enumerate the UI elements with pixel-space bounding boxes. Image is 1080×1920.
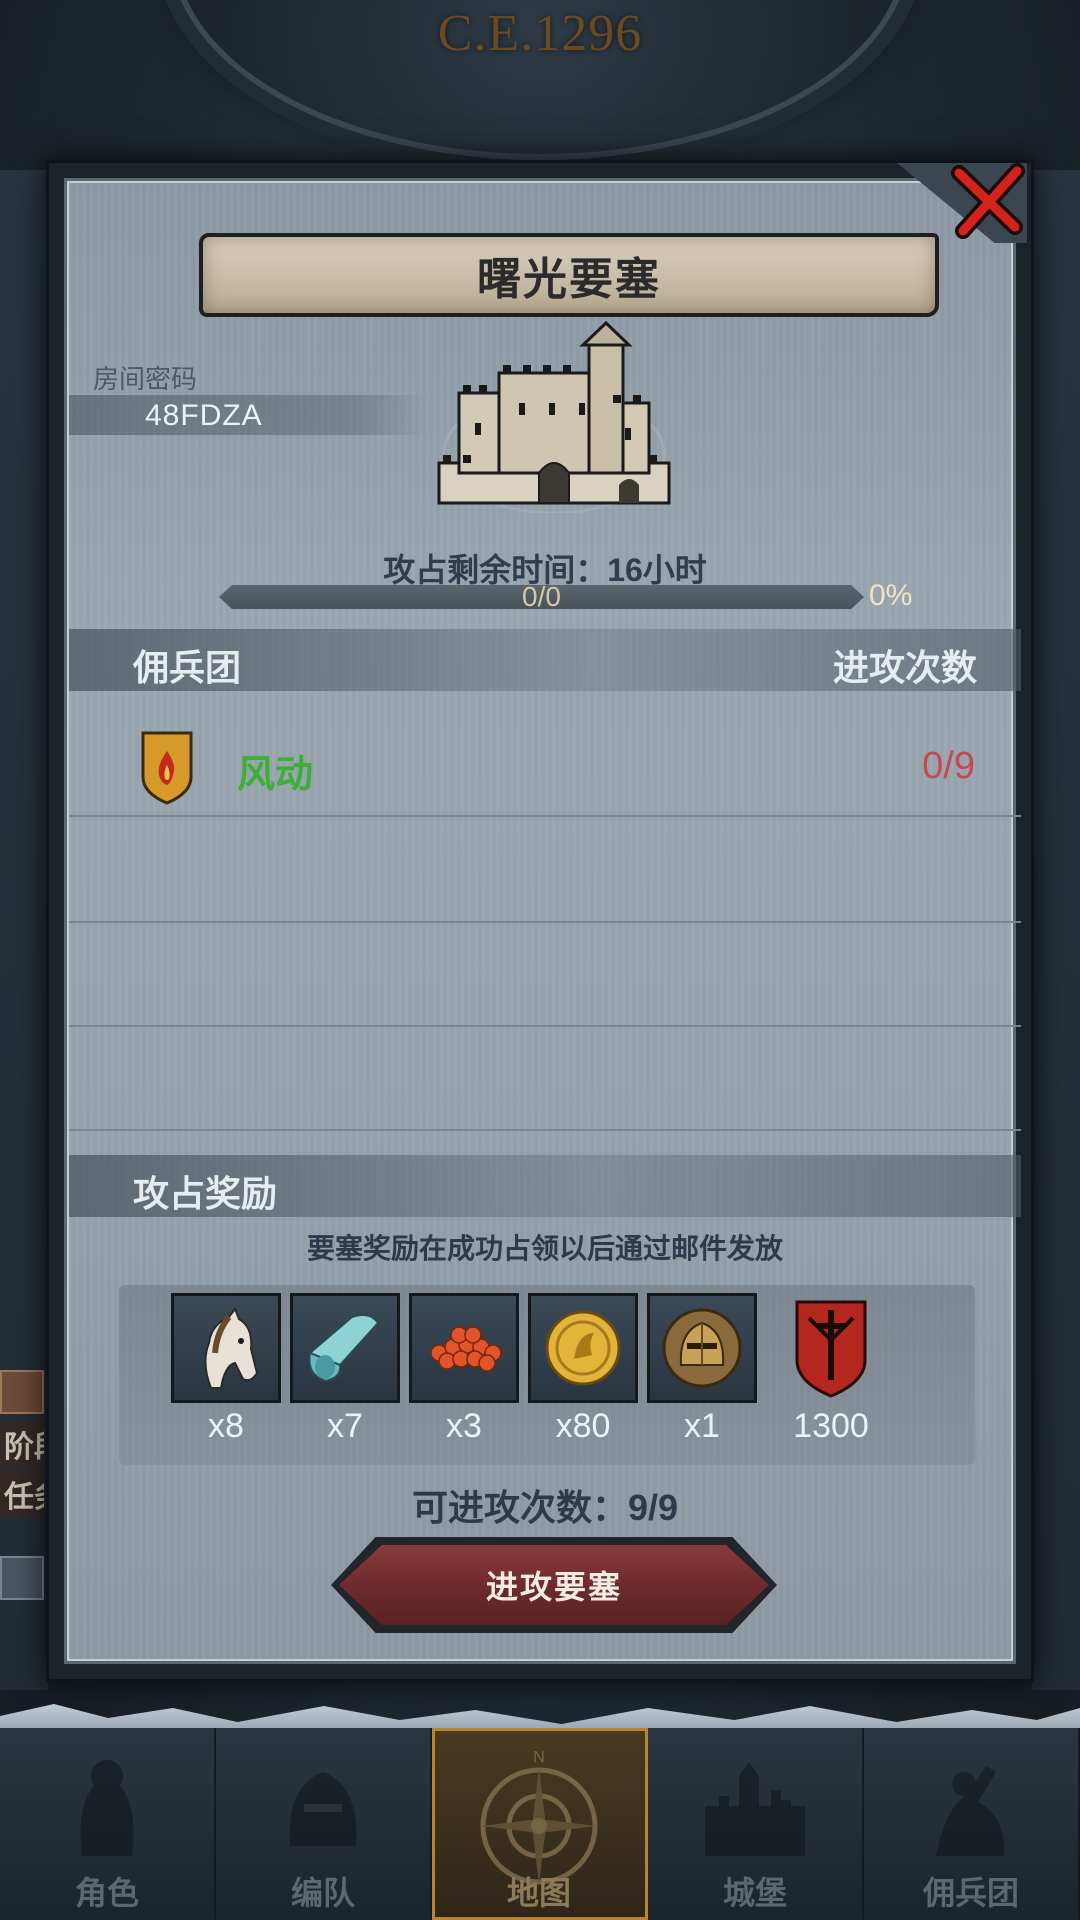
mercenary-row[interactable]: 风动 0/9 — [69, 713, 1021, 817]
nav-label: 城堡 — [722, 1875, 787, 1911]
capture-progress-bar: 0/0 — [219, 585, 864, 609]
nav-tab-mercenary[interactable]: 佣兵团 — [864, 1728, 1080, 1920]
reward-item[interactable]: x3 — [409, 1293, 519, 1446]
right-map-edge — [1032, 170, 1080, 1690]
reward-qty: x80 — [555, 1407, 611, 1445]
attack-fortress-button[interactable]: 进攻要塞 — [339, 1545, 769, 1625]
empty-mercenary-row — [69, 923, 1021, 1027]
nav-label: 佣兵团 — [922, 1875, 1019, 1911]
attacks-header-label: 进攻次数 — [832, 647, 977, 688]
side-task-icon[interactable] — [0, 1370, 44, 1414]
helmet-icon — [289, 1772, 357, 1846]
red-beads-icon — [409, 1293, 519, 1403]
capture-progress-percent: 0% — [869, 579, 913, 612]
reward-qty: x7 — [327, 1407, 363, 1445]
nav-label: 编队 — [290, 1875, 355, 1911]
reward-section-header: 攻占奖励 — [69, 1155, 1021, 1217]
gold-coin-icon — [528, 1293, 638, 1403]
empty-mercenary-row — [69, 1027, 1021, 1131]
side-hint-2[interactable]: 任务 — [0, 1470, 44, 1518]
castle-icon — [705, 1762, 805, 1856]
reward-panel: x8 x7 x3 x80 x1 1300 — [119, 1285, 975, 1465]
reward-qty: x8 — [208, 1407, 244, 1445]
title-banner: 曙光要塞 — [199, 233, 939, 317]
side-hint-1[interactable]: 阶段 — [0, 1420, 44, 1468]
close-icon — [951, 163, 1025, 239]
fire-shield-icon — [141, 731, 193, 805]
attack-attempts: 可进攻次数：9/9 — [411, 1487, 679, 1528]
fortress-dialog: 曙光要塞 房间密码 48FDZA 攻占剩余时间：16小时 0/0 0% 佣兵团 … — [46, 160, 1034, 1682]
mercenary-section-header: 佣兵团 进攻次数 — [69, 629, 1021, 691]
reward-qty: x3 — [446, 1407, 482, 1445]
nav-label: 角色 — [74, 1875, 139, 1911]
reward-item[interactable]: x1 — [647, 1293, 757, 1446]
mercenary-attack-count: 0/9 — [922, 745, 975, 787]
horse-icon — [171, 1293, 281, 1403]
nav-tab-map[interactable]: N 地图 — [432, 1728, 648, 1920]
compass-icon: N — [480, 1749, 598, 1885]
knight-helmet-icon — [647, 1293, 757, 1403]
sword-shield-icon — [766, 1293, 896, 1403]
dialog-title: 曙光要塞 — [477, 255, 661, 304]
nav-tab-character[interactable]: 角色 — [0, 1728, 216, 1920]
reward-item[interactable]: x80 — [528, 1293, 638, 1446]
side-target-icon[interactable] — [0, 1556, 44, 1600]
reward-item[interactable]: x7 — [290, 1293, 400, 1446]
svg-text:N: N — [533, 1749, 545, 1766]
nav-tab-formation[interactable]: 编队 — [216, 1728, 432, 1920]
capture-progress-text: 0/0 — [522, 581, 561, 612]
cloth-roll-icon — [290, 1293, 400, 1403]
attack-fortress-label: 进攻要塞 — [485, 1569, 622, 1605]
room-code-label: 房间密码 — [93, 364, 198, 394]
room-code: 48FDZA — [145, 399, 263, 432]
reward-qty: 1300 — [793, 1407, 869, 1445]
close-button[interactable] — [945, 157, 1033, 245]
dialog-body: 曙光要塞 房间密码 48FDZA 攻占剩余时间：16小时 0/0 0% 佣兵团 … — [64, 178, 1021, 1664]
mercenary-header-label: 佣兵团 — [133, 647, 242, 688]
fortress-castle-icon — [419, 313, 689, 515]
reward-note: 要塞奖励在成功占领以后通过邮件发放 — [306, 1233, 783, 1264]
reward-item[interactable]: x8 — [171, 1293, 281, 1446]
empty-mercenary-row — [69, 819, 1021, 923]
nav-tab-castle[interactable]: 城堡 — [648, 1728, 864, 1920]
mercenary-name: 风动 — [237, 754, 314, 796]
bottom-nav: 角色 编队 N 地图 城堡 佣兵团 — [0, 1728, 1080, 1920]
reward-item[interactable]: 1300 — [766, 1293, 896, 1446]
era-year: C.E.1296 — [437, 5, 643, 62]
mercenary-icon — [936, 1766, 1005, 1856]
reward-header-label: 攻占奖励 — [133, 1173, 278, 1214]
knight-icon — [80, 1760, 134, 1856]
reward-qty: x1 — [684, 1407, 720, 1445]
